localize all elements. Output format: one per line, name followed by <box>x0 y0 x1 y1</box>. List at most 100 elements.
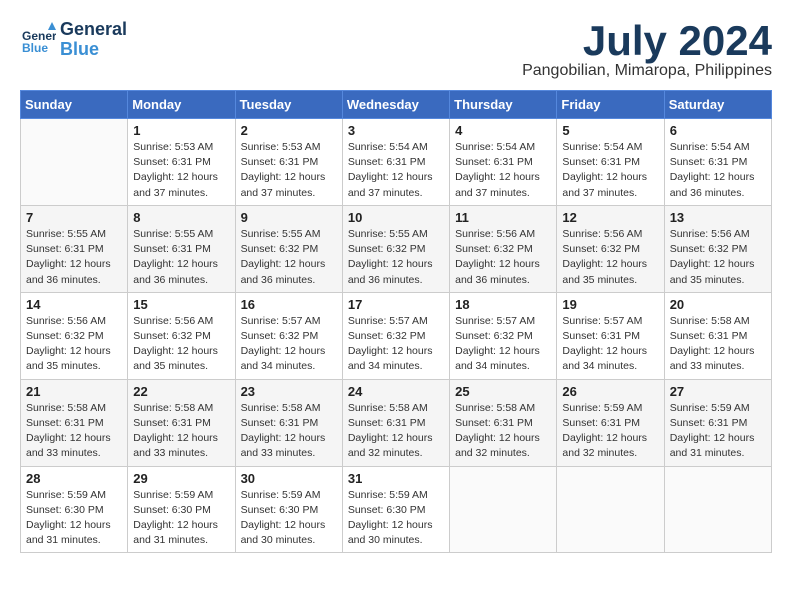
day-info: Sunrise: 5:53 AM Sunset: 6:31 PM Dayligh… <box>241 140 337 201</box>
logo: General Blue General Blue <box>20 20 127 60</box>
day-info: Sunrise: 5:55 AM Sunset: 6:32 PM Dayligh… <box>348 227 444 288</box>
day-info: Sunrise: 5:54 AM Sunset: 6:31 PM Dayligh… <box>670 140 766 201</box>
weekday-header-friday: Friday <box>557 91 664 119</box>
day-number: 21 <box>26 384 122 399</box>
calendar-cell: 14 Sunrise: 5:56 AM Sunset: 6:32 PM Dayli… <box>21 292 128 379</box>
calendar-cell: 21 Sunrise: 5:58 AM Sunset: 6:31 PM Dayli… <box>21 379 128 466</box>
weekday-header-saturday: Saturday <box>664 91 771 119</box>
calendar-cell: 24 Sunrise: 5:58 AM Sunset: 6:31 PM Dayli… <box>342 379 449 466</box>
calendar-cell: 22Sunrise: 5:58 AM Sunset: 6:31 PM Dayli… <box>128 379 235 466</box>
calendar-cell: 13 Sunrise: 5:56 AM Sunset: 6:32 PM Dayli… <box>664 205 771 292</box>
calendar-cell: 6 Sunrise: 5:54 AM Sunset: 6:31 PM Daylig… <box>664 119 771 206</box>
logo-text-line2: Blue <box>60 40 127 60</box>
day-info: Sunrise: 5:54 AM Sunset: 6:31 PM Dayligh… <box>562 140 658 201</box>
day-number: 18 <box>455 297 551 312</box>
calendar-cell <box>21 119 128 206</box>
day-info: Sunrise: 5:59 AM Sunset: 6:30 PM Dayligh… <box>133 488 229 549</box>
location-subtitle: Pangobilian, Mimaropa, Philippines <box>522 62 772 80</box>
calendar-cell: 31Sunrise: 5:59 AM Sunset: 6:30 PM Dayli… <box>342 466 449 553</box>
day-info: Sunrise: 5:56 AM Sunset: 6:32 PM Dayligh… <box>133 314 229 375</box>
calendar-cell: 9Sunrise: 5:55 AM Sunset: 6:32 PM Daylig… <box>235 205 342 292</box>
day-info: Sunrise: 5:59 AM Sunset: 6:31 PM Dayligh… <box>562 401 658 462</box>
day-number: 4 <box>455 123 551 138</box>
calendar-cell <box>557 466 664 553</box>
day-info: Sunrise: 5:55 AM Sunset: 6:31 PM Dayligh… <box>133 227 229 288</box>
weekday-header-sunday: Sunday <box>21 91 128 119</box>
day-info: Sunrise: 5:56 AM Sunset: 6:32 PM Dayligh… <box>562 227 658 288</box>
day-info: Sunrise: 5:56 AM Sunset: 6:32 PM Dayligh… <box>26 314 122 375</box>
calendar-cell: 7 Sunrise: 5:55 AM Sunset: 6:31 PM Daylig… <box>21 205 128 292</box>
day-number: 6 <box>670 123 766 138</box>
svg-text:Blue: Blue <box>22 41 48 55</box>
day-number: 3 <box>348 123 444 138</box>
day-info: Sunrise: 5:59 AM Sunset: 6:31 PM Dayligh… <box>670 401 766 462</box>
day-info: Sunrise: 5:58 AM Sunset: 6:31 PM Dayligh… <box>241 401 337 462</box>
day-number: 26 <box>562 384 658 399</box>
calendar-week-row: 1Sunrise: 5:53 AM Sunset: 6:31 PM Daylig… <box>21 119 772 206</box>
day-info: Sunrise: 5:57 AM Sunset: 6:32 PM Dayligh… <box>241 314 337 375</box>
day-number: 15 <box>133 297 229 312</box>
calendar-cell: 4 Sunrise: 5:54 AM Sunset: 6:31 PM Daylig… <box>450 119 557 206</box>
day-info: Sunrise: 5:58 AM Sunset: 6:31 PM Dayligh… <box>670 314 766 375</box>
weekday-header-tuesday: Tuesday <box>235 91 342 119</box>
day-info: Sunrise: 5:56 AM Sunset: 6:32 PM Dayligh… <box>455 227 551 288</box>
calendar-cell <box>664 466 771 553</box>
day-number: 28 <box>26 471 122 486</box>
day-info: Sunrise: 5:56 AM Sunset: 6:32 PM Dayligh… <box>670 227 766 288</box>
weekday-header-wednesday: Wednesday <box>342 91 449 119</box>
day-number: 14 <box>26 297 122 312</box>
day-number: 9 <box>241 210 337 225</box>
calendar-cell: 8 Sunrise: 5:55 AM Sunset: 6:31 PM Daylig… <box>128 205 235 292</box>
calendar-week-row: 21 Sunrise: 5:58 AM Sunset: 6:31 PM Dayli… <box>21 379 772 466</box>
day-info: Sunrise: 5:59 AM Sunset: 6:30 PM Dayligh… <box>26 488 122 549</box>
calendar-cell: 26 Sunrise: 5:59 AM Sunset: 6:31 PM Dayli… <box>557 379 664 466</box>
day-number: 5 <box>562 123 658 138</box>
day-number: 17 <box>348 297 444 312</box>
calendar-week-row: 7 Sunrise: 5:55 AM Sunset: 6:31 PM Daylig… <box>21 205 772 292</box>
day-number: 22 <box>133 384 229 399</box>
calendar-cell <box>450 466 557 553</box>
calendar-cell: 11 Sunrise: 5:56 AM Sunset: 6:32 PM Dayli… <box>450 205 557 292</box>
day-number: 13 <box>670 210 766 225</box>
month-title: July 2024 <box>522 20 772 62</box>
day-number: 27 <box>670 384 766 399</box>
day-number: 12 <box>562 210 658 225</box>
day-info: Sunrise: 5:54 AM Sunset: 6:31 PM Dayligh… <box>455 140 551 201</box>
calendar-cell: 23Sunrise: 5:58 AM Sunset: 6:31 PM Dayli… <box>235 379 342 466</box>
day-info: Sunrise: 5:55 AM Sunset: 6:31 PM Dayligh… <box>26 227 122 288</box>
day-number: 2 <box>241 123 337 138</box>
calendar-cell: 29Sunrise: 5:59 AM Sunset: 6:30 PM Dayli… <box>128 466 235 553</box>
day-info: Sunrise: 5:58 AM Sunset: 6:31 PM Dayligh… <box>26 401 122 462</box>
day-number: 7 <box>26 210 122 225</box>
day-number: 8 <box>133 210 229 225</box>
calendar-cell: 16 Sunrise: 5:57 AM Sunset: 6:32 PM Dayli… <box>235 292 342 379</box>
weekday-header-row: SundayMondayTuesdayWednesdayThursdayFrid… <box>21 91 772 119</box>
calendar-cell: 10Sunrise: 5:55 AM Sunset: 6:32 PM Dayli… <box>342 205 449 292</box>
logo-text-line1: General <box>60 20 127 40</box>
day-info: Sunrise: 5:58 AM Sunset: 6:31 PM Dayligh… <box>348 401 444 462</box>
day-info: Sunrise: 5:57 AM Sunset: 6:32 PM Dayligh… <box>455 314 551 375</box>
day-number: 24 <box>348 384 444 399</box>
day-info: Sunrise: 5:59 AM Sunset: 6:30 PM Dayligh… <box>241 488 337 549</box>
day-number: 19 <box>562 297 658 312</box>
weekday-header-thursday: Thursday <box>450 91 557 119</box>
day-number: 31 <box>348 471 444 486</box>
page-header: General Blue General Blue July 2024 Pang… <box>20 20 772 80</box>
calendar-cell: 2 Sunrise: 5:53 AM Sunset: 6:31 PM Daylig… <box>235 119 342 206</box>
calendar-cell: 17 Sunrise: 5:57 AM Sunset: 6:32 PM Dayli… <box>342 292 449 379</box>
logo-icon: General Blue <box>20 22 56 58</box>
day-info: Sunrise: 5:57 AM Sunset: 6:31 PM Dayligh… <box>562 314 658 375</box>
day-info: Sunrise: 5:57 AM Sunset: 6:32 PM Dayligh… <box>348 314 444 375</box>
calendar-cell: 30Sunrise: 5:59 AM Sunset: 6:30 PM Dayli… <box>235 466 342 553</box>
day-info: Sunrise: 5:54 AM Sunset: 6:31 PM Dayligh… <box>348 140 444 201</box>
calendar-cell: 18 Sunrise: 5:57 AM Sunset: 6:32 PM Dayli… <box>450 292 557 379</box>
calendar-cell: 19 Sunrise: 5:57 AM Sunset: 6:31 PM Dayli… <box>557 292 664 379</box>
weekday-header-monday: Monday <box>128 91 235 119</box>
calendar-cell: 20Sunrise: 5:58 AM Sunset: 6:31 PM Dayli… <box>664 292 771 379</box>
calendar-cell: 12 Sunrise: 5:56 AM Sunset: 6:32 PM Dayli… <box>557 205 664 292</box>
day-number: 16 <box>241 297 337 312</box>
title-block: July 2024 Pangobilian, Mimaropa, Philipp… <box>522 20 772 80</box>
calendar-cell: 28 Sunrise: 5:59 AM Sunset: 6:30 PM Dayli… <box>21 466 128 553</box>
day-number: 11 <box>455 210 551 225</box>
calendar-week-row: 28 Sunrise: 5:59 AM Sunset: 6:30 PM Dayli… <box>21 466 772 553</box>
